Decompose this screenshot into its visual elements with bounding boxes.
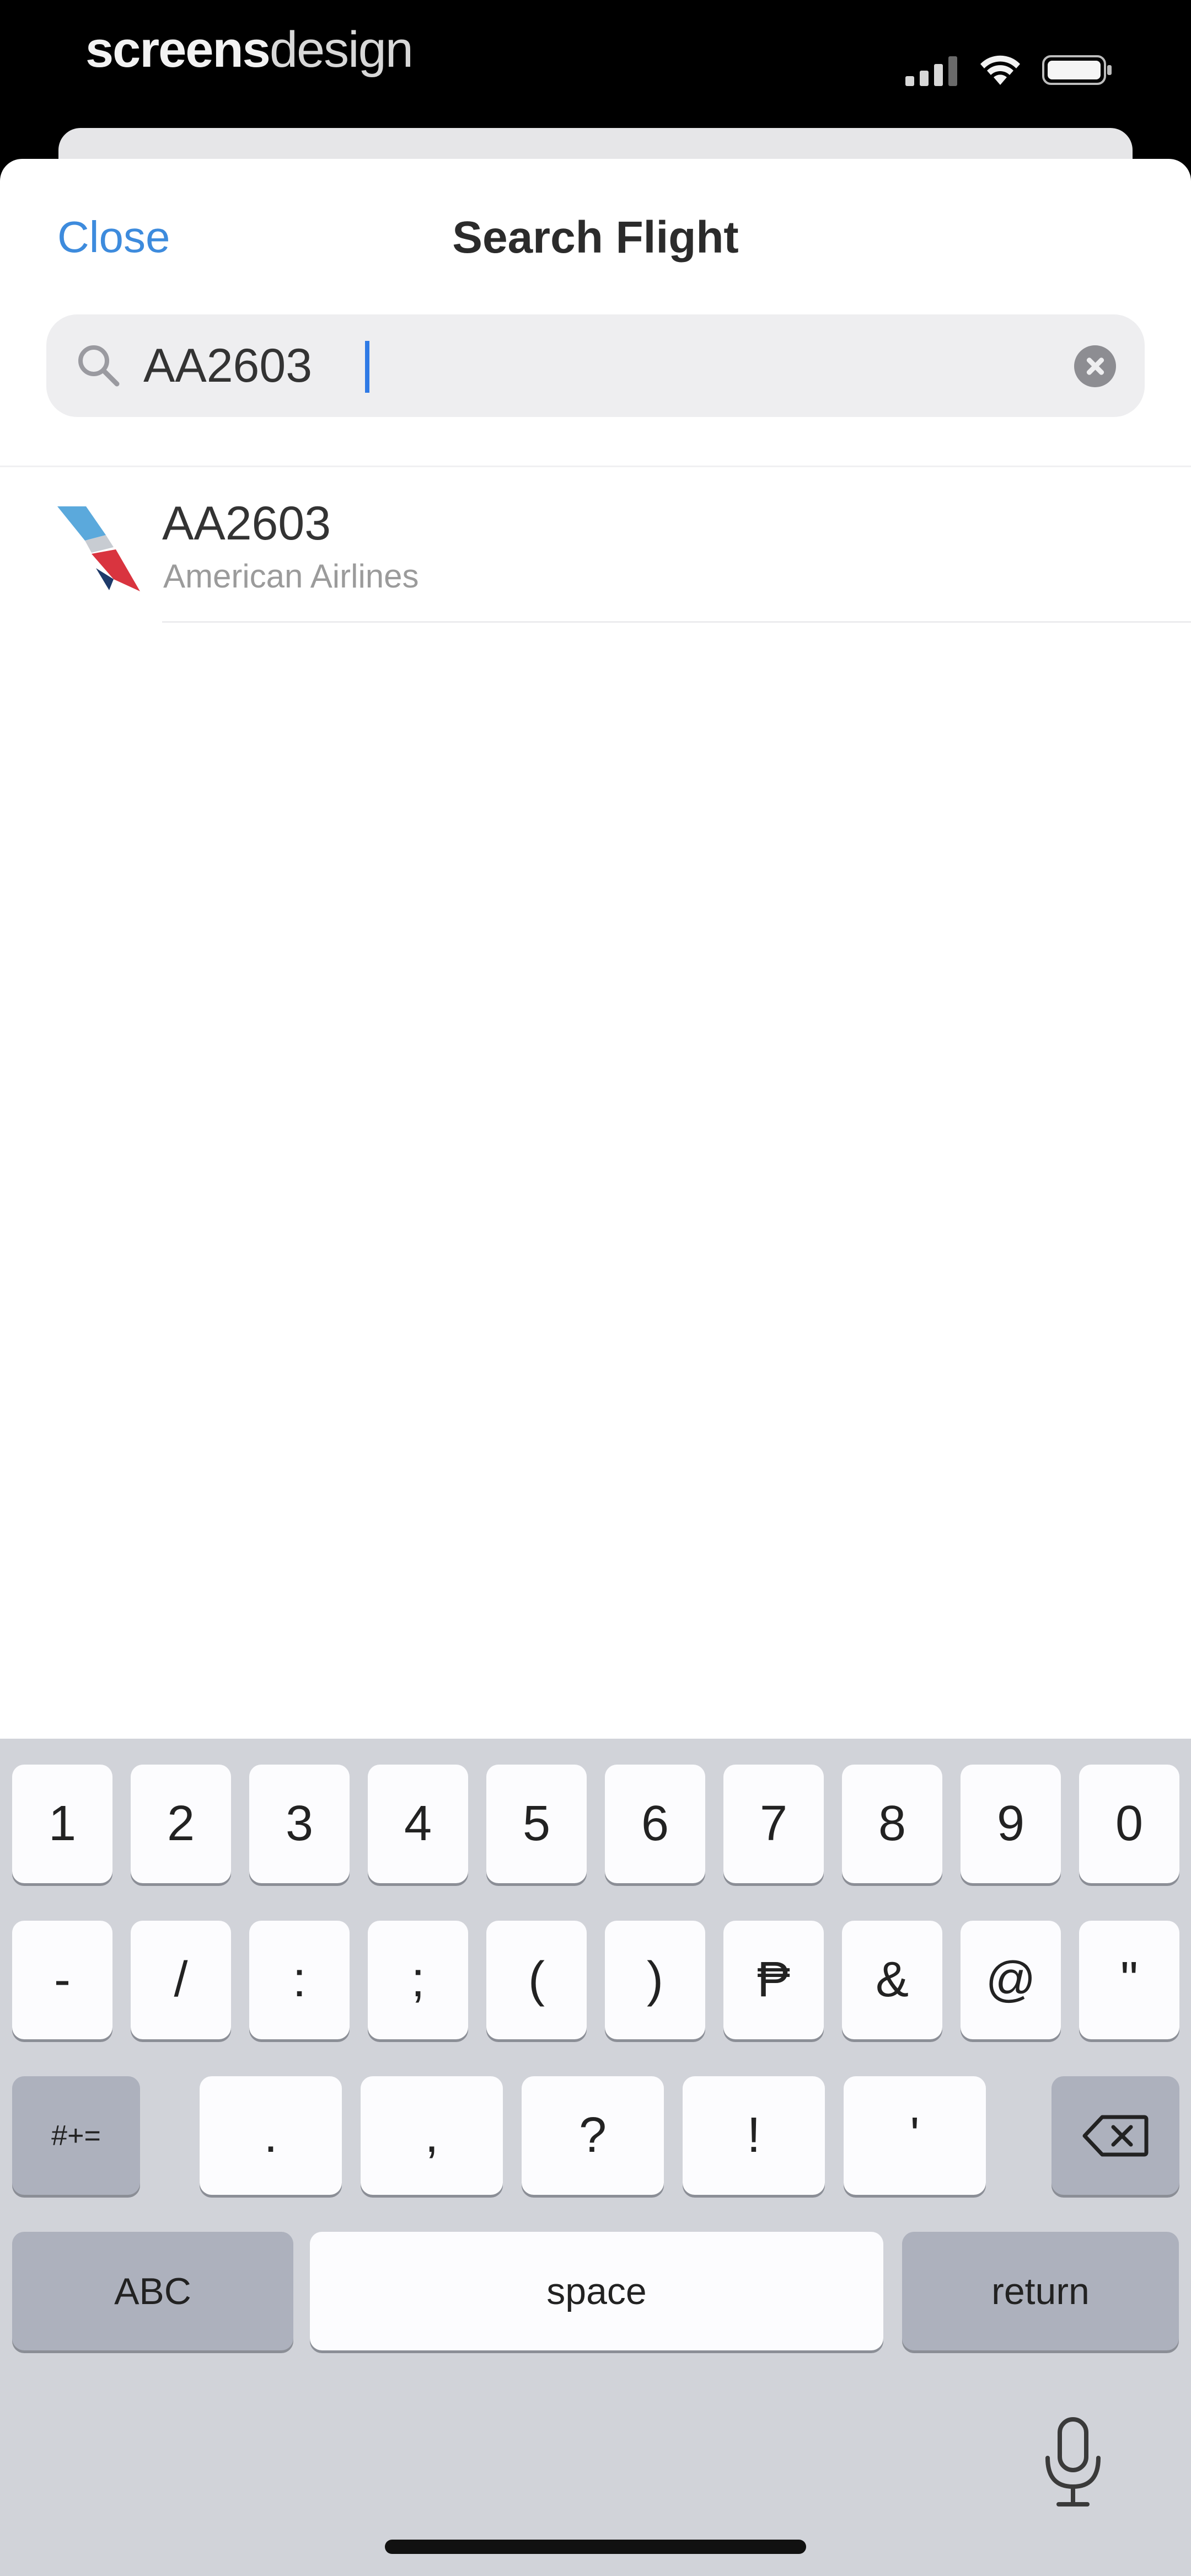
key-quote[interactable]: " (1079, 1921, 1179, 2039)
result-separator (162, 621, 1191, 623)
brand-watermark: screensdesign (85, 21, 414, 79)
key-7[interactable]: 7 (723, 1765, 824, 1883)
list-item[interactable] (0, 309, 1191, 458)
key-0[interactable]: 0 (1079, 1765, 1179, 1883)
key-ampersand[interactable]: & (842, 1921, 942, 2039)
home-indicator[interactable] (385, 2540, 806, 2554)
key-currency[interactable]: ₱ (723, 1921, 824, 2039)
wifi-icon (980, 55, 1020, 85)
battery-icon (1042, 55, 1112, 85)
key-slash[interactable]: / (131, 1921, 231, 2039)
key-symbols-toggle[interactable]: #+= (12, 2076, 140, 2195)
key-9[interactable]: 9 (961, 1765, 1061, 1883)
brand-light: design (269, 22, 414, 78)
key-hyphen[interactable]: - (12, 1921, 112, 2039)
key-period[interactable]: . (200, 2076, 342, 2195)
key-comma[interactable]: , (361, 2076, 503, 2195)
numeric-keyboard: 1 2 3 4 5 6 7 8 9 0 - / : ; ( ) ₱ & @ " … (0, 1739, 1191, 2576)
key-4[interactable]: 4 (368, 1765, 468, 1883)
status-bar: screensdesign (0, 0, 1191, 127)
key-8[interactable]: 8 (842, 1765, 942, 1883)
page-title: Search Flight (452, 212, 739, 263)
cellular-signal-icon (905, 56, 957, 86)
return-key[interactable]: return (902, 2232, 1179, 2350)
status-icons (905, 53, 1114, 86)
key-colon[interactable]: : (249, 1921, 350, 2039)
brand-bold: screens (85, 22, 271, 78)
key-exclamation[interactable]: ! (683, 2076, 825, 2195)
flight-code: AA2603 (162, 497, 331, 550)
key-2[interactable]: 2 (131, 1765, 231, 1883)
space-bar[interactable]: space (310, 2232, 883, 2350)
search-divider (0, 466, 1191, 467)
key-3[interactable]: 3 (249, 1765, 350, 1883)
screen: screensdesign Close Search Flight AA2603… (0, 0, 1191, 2576)
backspace-icon (1082, 2115, 1149, 2156)
key-semicolon[interactable]: ; (368, 1921, 468, 2039)
navigation-bar: Close Search Flight (0, 159, 1191, 417)
key-apostrophe[interactable]: ' (844, 2076, 986, 2195)
american-airlines-logo-icon (57, 506, 140, 591)
key-close-paren[interactable]: ) (605, 1921, 705, 2039)
key-question[interactable]: ? (522, 2076, 664, 2195)
key-open-paren[interactable]: ( (486, 1921, 587, 2039)
key-at[interactable]: @ (961, 1921, 1061, 2039)
key-abc[interactable]: ABC (12, 2232, 293, 2350)
microphone-icon[interactable] (1040, 2416, 1106, 2510)
key-5[interactable]: 5 (486, 1765, 587, 1883)
key-1[interactable]: 1 (12, 1765, 112, 1883)
key-6[interactable]: 6 (605, 1765, 705, 1883)
delete-key[interactable] (1051, 2076, 1179, 2195)
airline-name: American Airlines (163, 558, 419, 595)
